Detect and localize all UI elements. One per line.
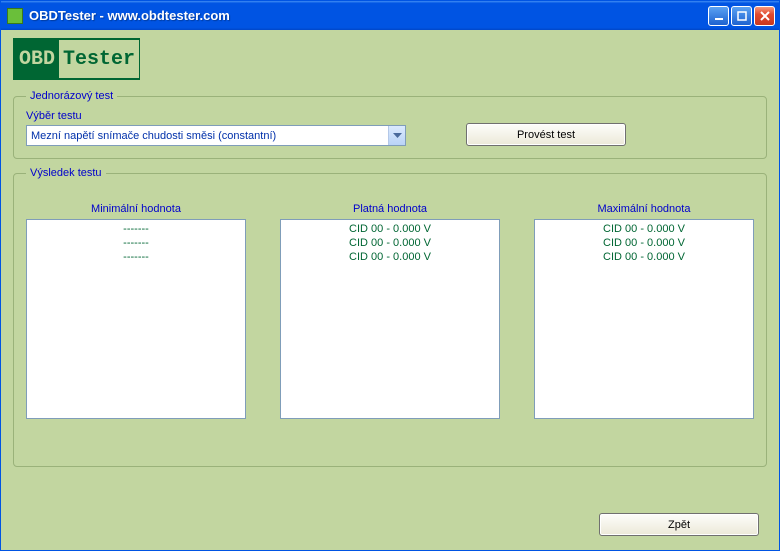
results-group: Výsledek testu Minimální hodnota -------… [13,167,767,467]
minimize-button[interactable] [708,6,729,26]
list-item: ------- [31,236,241,250]
logo-left: OBD [15,40,59,78]
app-window: OBDTester - www.obdtester.com OBD Tester… [0,0,780,551]
test-select-value: Mezní napětí snímače chudosti směsi (con… [27,130,388,142]
list-item: ------- [31,250,241,264]
maximize-icon [737,11,747,21]
app-icon [7,8,23,24]
list-item: CID 00 - 0.000 V [539,222,749,236]
max-column: Maximální hodnota CID 00 - 0.000 V CID 0… [534,203,754,419]
test-select-label: Výběr testu [26,110,406,122]
list-item: CID 00 - 0.000 V [285,236,495,250]
onetime-legend: Jednorázový test [26,90,117,102]
logo-right: Tester [59,40,139,78]
list-item: CID 00 - 0.000 V [285,222,495,236]
min-header: Minimální hodnota [26,203,246,215]
results-legend: Výsledek testu [26,167,106,179]
run-test-button[interactable]: Provést test [466,123,626,146]
max-listbox[interactable]: CID 00 - 0.000 V CID 00 - 0.000 V CID 00… [534,219,754,419]
list-item: CID 00 - 0.000 V [539,236,749,250]
list-item: CID 00 - 0.000 V [539,250,749,264]
footer: Zpět [599,513,759,536]
back-button[interactable]: Zpět [599,513,759,536]
window-buttons [708,6,775,26]
list-item: ------- [31,222,241,236]
valid-listbox[interactable]: CID 00 - 0.000 V CID 00 - 0.000 V CID 00… [280,219,500,419]
close-button[interactable] [754,6,775,26]
test-select-wrap: Výběr testu Mezní napětí snímače chudost… [26,110,406,146]
max-header: Maximální hodnota [534,203,754,215]
min-listbox[interactable]: ------- ------- ------- [26,219,246,419]
minimize-icon [714,11,724,21]
window-title: OBDTester - www.obdtester.com [29,8,708,23]
app-logo: OBD Tester [13,38,140,80]
close-icon [760,11,770,21]
test-select[interactable]: Mezní napětí snímače chudosti směsi (con… [26,125,406,146]
title-bar: OBDTester - www.obdtester.com [1,1,779,30]
valid-column: Platná hodnota CID 00 - 0.000 V CID 00 -… [280,203,500,419]
chevron-down-icon [388,126,405,145]
list-item: CID 00 - 0.000 V [285,250,495,264]
min-column: Minimální hodnota ------- ------- ------… [26,203,246,419]
onetime-test-group: Jednorázový test Výběr testu Mezní napět… [13,90,767,159]
client-area: OBD Tester Jednorázový test Výběr testu … [1,30,779,550]
valid-header: Platná hodnota [280,203,500,215]
maximize-button[interactable] [731,6,752,26]
